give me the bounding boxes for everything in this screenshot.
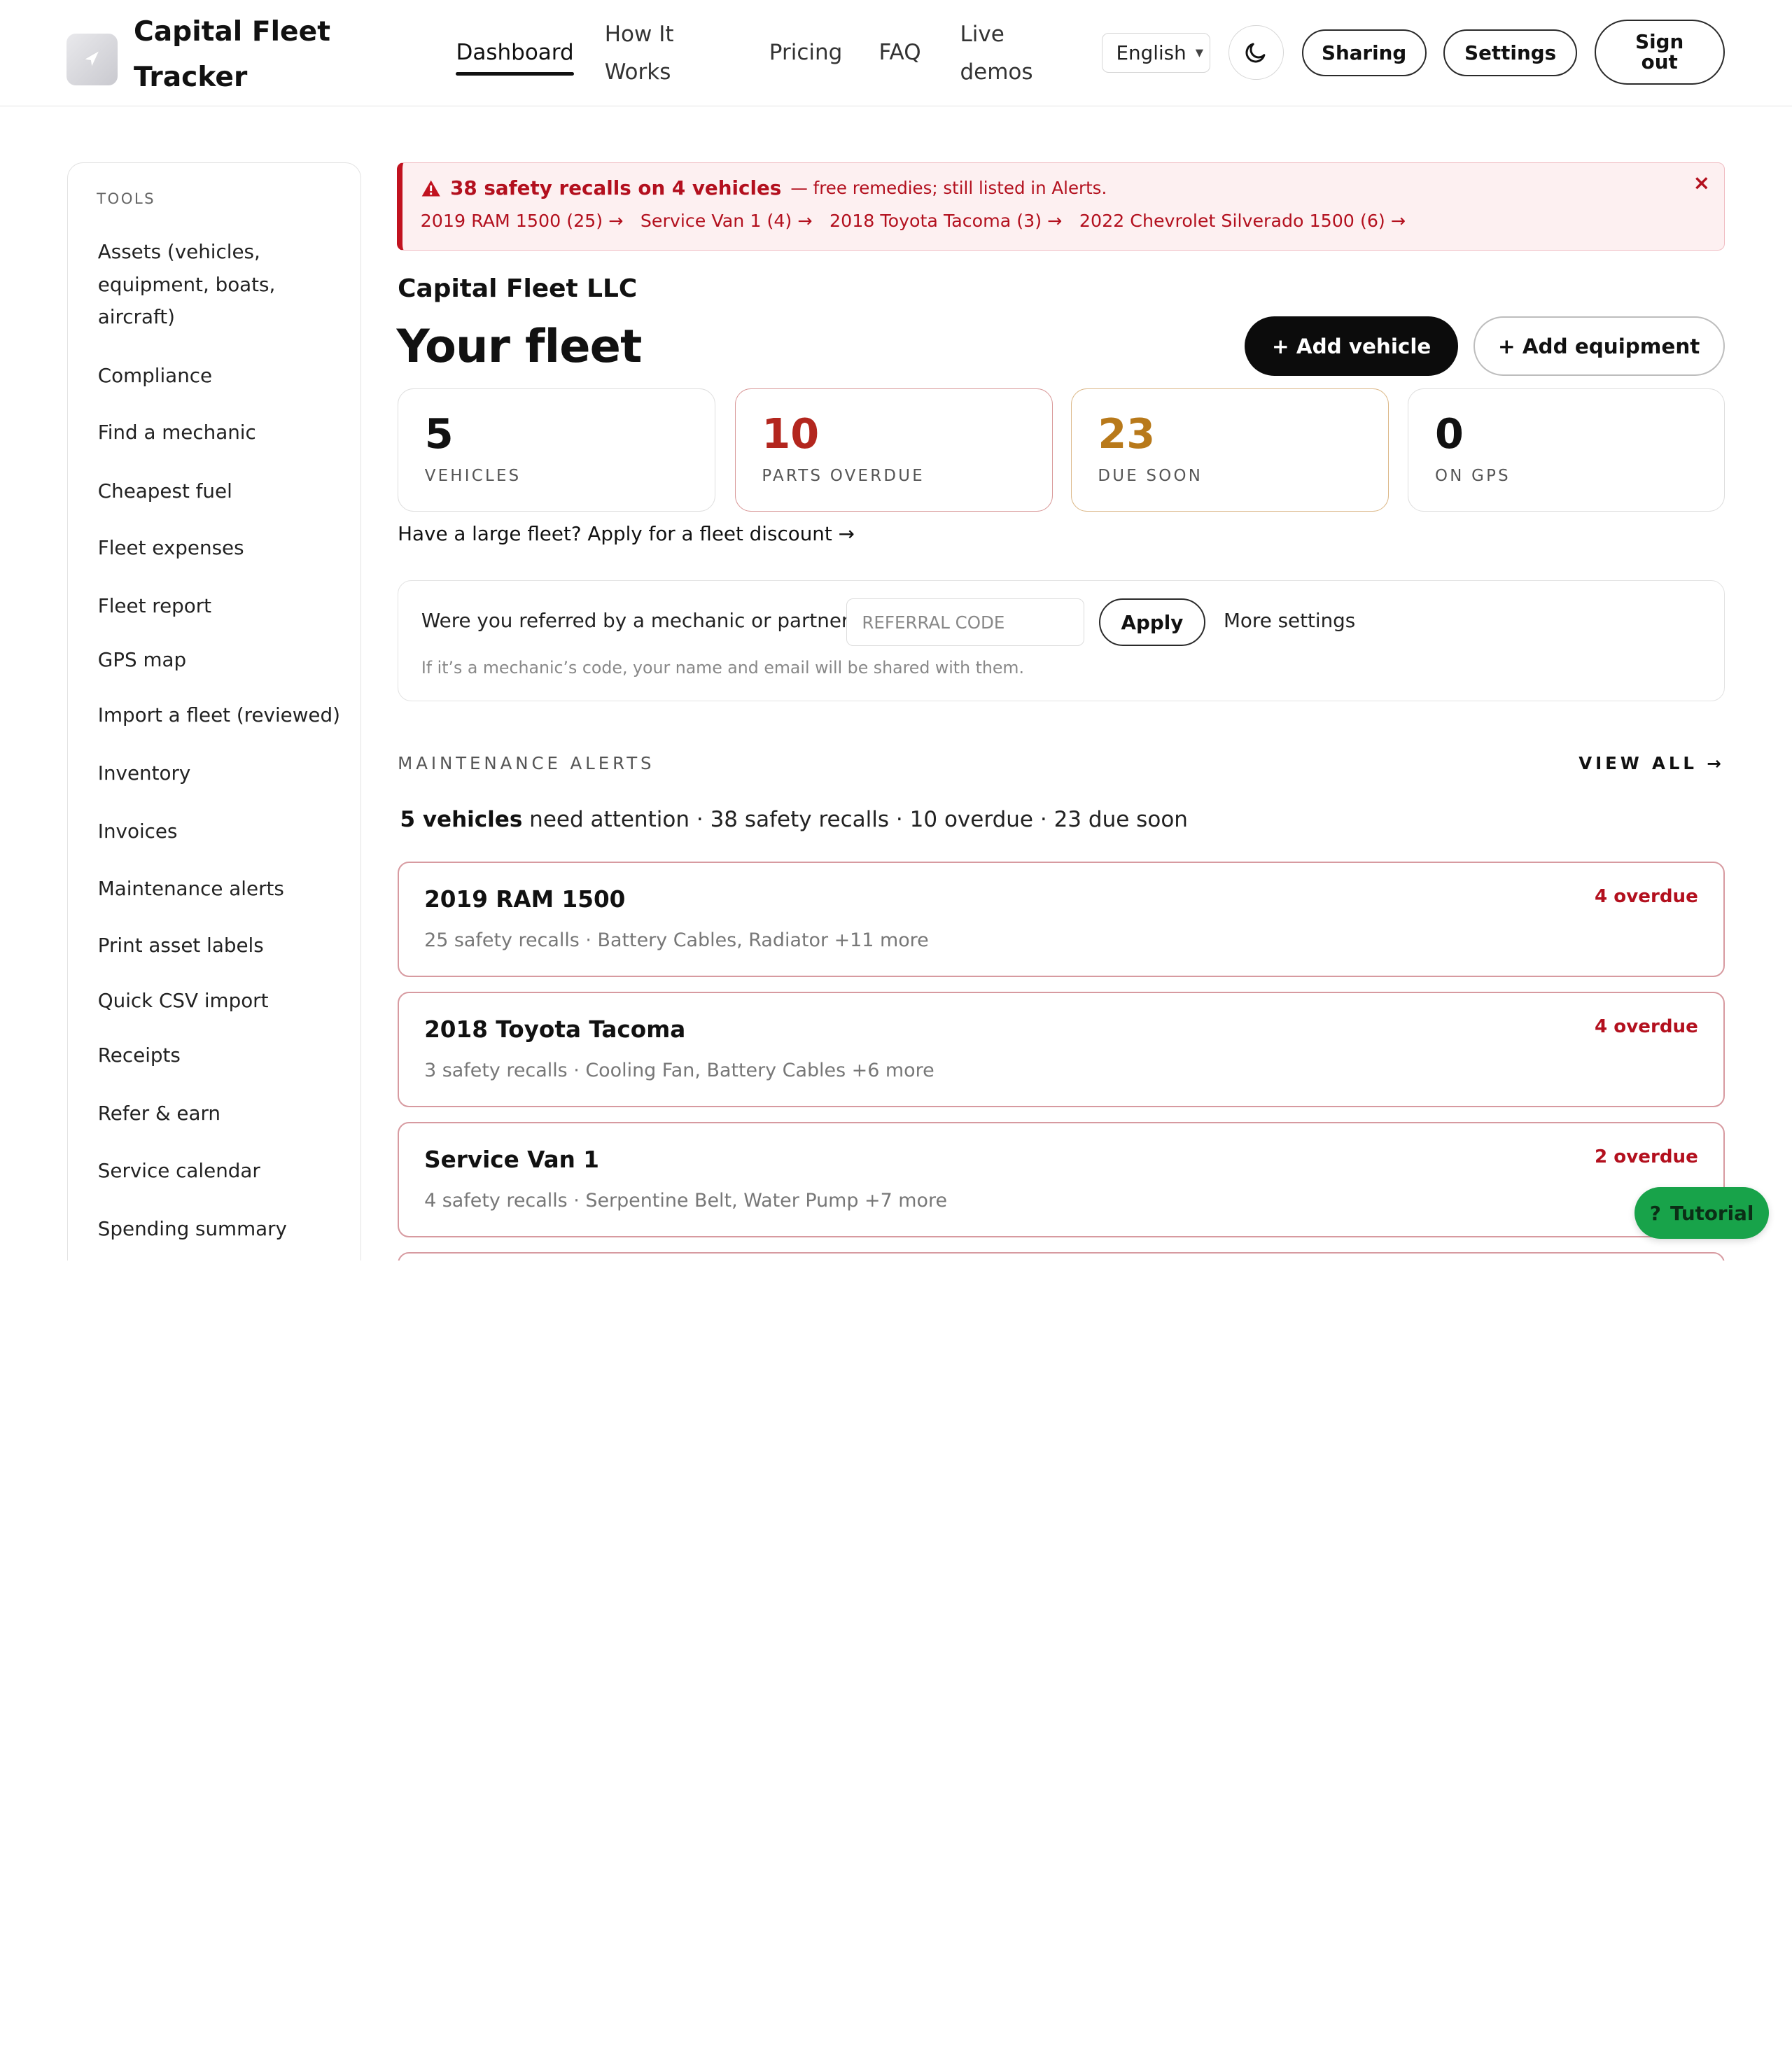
nav-dashboard[interactable]: Dashboard (456, 34, 574, 76)
referral-code-input[interactable] (846, 598, 1084, 647)
alert-card-ram[interactable]: 2019 RAM 1500 25 safety recalls · Batter… (398, 862, 1725, 977)
sign-out-button[interactable]: Sign out (1594, 19, 1725, 85)
sidebar-item-import-fleet[interactable]: Import a fleet (reviewed) (98, 699, 344, 732)
sidebar-item-receipts[interactable]: Receipts (98, 1039, 344, 1072)
stat-card-parts-overdue[interactable]: 10 PARTS OVERDUE (734, 388, 1053, 512)
sidebar-item-fleet-expenses[interactable]: Fleet expenses (98, 532, 344, 565)
nav-how-it-works[interactable]: How It Works (605, 16, 708, 92)
vehicle-name: Service Van 1 (424, 1146, 599, 1173)
fleet-discount-link[interactable]: Have a large fleet? Apply for a fleet di… (398, 522, 855, 545)
recall-link-ram[interactable]: 2019 RAM 1500 (25) → (421, 211, 624, 231)
company-name: Capital Fleet LLC (398, 274, 638, 303)
add-vehicle-button[interactable]: + Add vehicle (1245, 316, 1459, 377)
stat-value: 10 (762, 409, 820, 458)
sidebar-item-refer-earn[interactable]: Refer & earn (98, 1097, 344, 1130)
stat-card-due-soon[interactable]: 23 DUE SOON (1070, 388, 1389, 512)
maintenance-alerts-heading: MAINTENANCE ALERTS (398, 752, 655, 773)
more-settings-link[interactable]: More settings (1224, 609, 1355, 632)
overdue-badge: 4 overdue (1595, 885, 1698, 907)
help-icon: ? (1649, 1201, 1661, 1225)
view-all-link[interactable]: VIEW ALL → (1578, 753, 1725, 773)
vehicle-name: 2019 RAM 1500 (424, 885, 626, 913)
overdue-badge: 4 overdue (1595, 1016, 1698, 1037)
stat-label: ON GPS (1435, 467, 1511, 486)
top-header: Capital Fleet Tracker Dashboard How It W… (0, 0, 1792, 106)
recall-link-tacoma[interactable]: 2018 Toyota Tacoma (3) → (830, 211, 1062, 231)
nav-pricing[interactable]: Pricing (769, 34, 843, 72)
stat-label: DUE SOON (1098, 467, 1203, 486)
alerts-summary-rest: need attention · 38 safety recalls · 10 … (522, 806, 1188, 832)
tutorial-label: Tutorial (1670, 1201, 1754, 1225)
sidebar-item-spending-summary[interactable]: Spending summary (98, 1213, 344, 1246)
active-tab-underline (456, 71, 574, 76)
referral-apply-button[interactable]: Apply (1099, 598, 1205, 647)
stat-label: PARTS OVERDUE (762, 467, 925, 486)
stat-value: 5 (424, 409, 454, 458)
page-title: Your fleet (396, 320, 643, 374)
banner-links: 2019 RAM 1500 (25) → Service Van 1 (4) →… (421, 211, 1423, 231)
overdue-badge: 2 overdue (1595, 1146, 1698, 1167)
recall-banner: 38 safety recalls on 4 vehicles — free r… (396, 162, 1725, 251)
alert-card-tacoma[interactable]: 2018 Toyota Tacoma 3 safety recalls · Co… (398, 992, 1725, 1108)
dark-mode-toggle[interactable] (1228, 24, 1284, 80)
alerts-summary-bold: 5 vehicles (400, 806, 523, 832)
add-equipment-button[interactable]: + Add equipment (1473, 316, 1725, 377)
nav-live-demos[interactable]: Live demos (960, 16, 1040, 92)
sharing-button[interactable]: Sharing (1301, 29, 1427, 77)
stat-card-on-gps[interactable]: 0 ON GPS (1408, 388, 1725, 512)
tools-sidebar: TOOLS Assets (vehicles, equipment, boats… (67, 162, 361, 1261)
stat-card-vehicles[interactable]: 5 VEHICLES (398, 388, 716, 512)
sidebar-item-cheapest-fuel[interactable]: Cheapest fuel (98, 475, 344, 508)
sidebar-title: TOOLS (97, 190, 156, 208)
referral-question: Were you referred by a mechanic or partn… (421, 608, 860, 632)
main-nav: Dashboard How It Works Pricing FAQ Live … (0, 0, 1792, 106)
caret-down-icon: ▼ (1195, 47, 1204, 59)
nav-faq[interactable]: FAQ (879, 34, 921, 72)
sidebar-item-inventory[interactable]: Inventory (98, 757, 344, 790)
alert-card-partial[interactable] (398, 1252, 1725, 1261)
sidebar-item-print-labels[interactable]: Print asset labels (98, 929, 344, 962)
stat-value: 23 (1098, 409, 1156, 458)
page: Capital Fleet Tracker Dashboard How It W… (0, 0, 1792, 1261)
language-select[interactable]: English ▼ (1101, 33, 1211, 73)
warning-icon (421, 180, 440, 197)
sidebar-item-compliance[interactable]: Compliance (98, 360, 344, 393)
vehicle-alert-detail: 25 safety recalls · Battery Cables, Radi… (424, 929, 929, 951)
settings-button[interactable]: Settings (1443, 29, 1578, 77)
vehicle-alert-detail: 3 safety recalls · Cooling Fan, Battery … (424, 1059, 934, 1081)
banner-title: 38 safety recalls on 4 vehicles (450, 176, 782, 200)
close-icon[interactable]: × (1693, 171, 1711, 195)
vehicle-name: 2018 Toyota Tacoma (424, 1016, 686, 1043)
stat-label: VEHICLES (424, 467, 522, 486)
recall-link-service-van[interactable]: Service Van 1 (4) → (640, 211, 813, 231)
sidebar-item-invoices[interactable]: Invoices (98, 815, 344, 848)
sidebar-item-csv-import[interactable]: Quick CSV import (98, 985, 344, 1018)
sidebar-item-assets[interactable]: Assets (vehicles, equipment, boats, airc… (98, 236, 344, 334)
tutorial-button[interactable]: ? Tutorial (1634, 1187, 1770, 1239)
sidebar-item-maintenance-alerts[interactable]: Maintenance alerts (98, 873, 344, 906)
recall-link-silverado[interactable]: 2022 Chevrolet Silverado 1500 (6) → (1079, 211, 1406, 231)
alert-card-service-van[interactable]: Service Van 1 4 safety recalls · Serpent… (398, 1122, 1725, 1238)
banner-title-row: 38 safety recalls on 4 vehicles — free r… (421, 176, 1107, 199)
nav-dashboard-label: Dashboard (456, 39, 574, 65)
moon-icon (1245, 43, 1266, 63)
language-value: English (1116, 41, 1186, 65)
sidebar-item-service-calendar[interactable]: Service calendar (98, 1155, 344, 1188)
referral-note: If it’s a mechanic’s code, your name and… (421, 657, 1024, 678)
sidebar-item-gps-map[interactable]: GPS map (98, 644, 344, 677)
alerts-summary: 5 vehicles need attention · 38 safety re… (400, 807, 1188, 832)
vehicle-alert-detail: 4 safety recalls · Serpentine Belt, Wate… (424, 1189, 948, 1212)
referral-panel: Were you referred by a mechanic or partn… (398, 580, 1725, 702)
sidebar-item-fleet-report[interactable]: Fleet report (98, 590, 344, 623)
banner-subtitle: — free remedies; still listed in Alerts. (790, 178, 1107, 199)
sidebar-item-find-mechanic[interactable]: Find a mechanic (98, 416, 344, 449)
stat-value: 0 (1435, 409, 1464, 458)
